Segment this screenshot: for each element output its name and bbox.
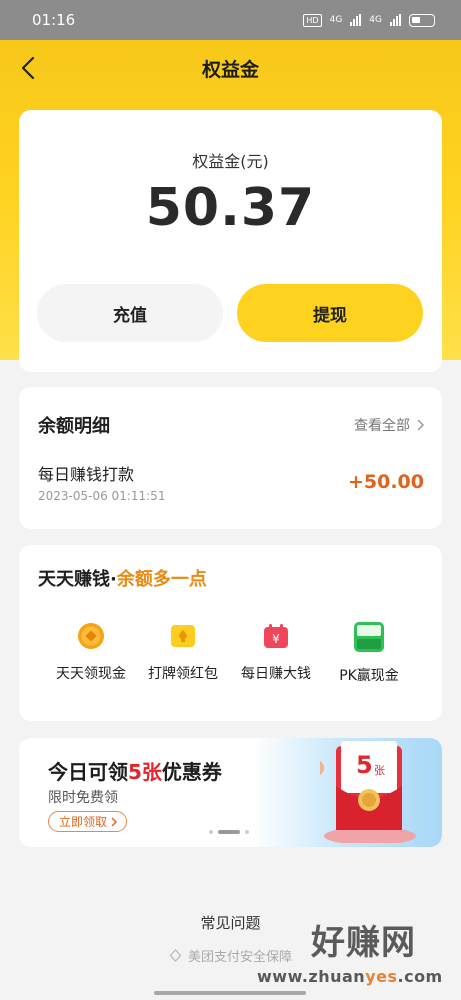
shield-icon (169, 949, 182, 962)
watermark-url-prefix: www.zhuan (257, 967, 366, 986)
claim-now-button[interactable]: 立即领取 (48, 811, 128, 832)
status-bar: 01:16 HD 4G 4G (0, 0, 461, 40)
view-all-label: 查看全部 (354, 418, 410, 434)
banner-title-suffix: 优惠券 (161, 760, 222, 784)
chevron-left-icon (21, 56, 35, 80)
carousel-dot-active (218, 830, 240, 834)
network-label-1: 4G (329, 15, 343, 25)
chevron-right-icon (417, 419, 424, 431)
status-icons: HD 4G 4G (303, 13, 435, 27)
earn-item-card-game[interactable]: 打牌领红包 (133, 621, 233, 683)
carousel-dot (209, 830, 213, 834)
carousel-dots (209, 830, 249, 834)
earn-label: PK赢现金 (339, 668, 399, 684)
withdraw-button[interactable]: 提现 (237, 284, 423, 342)
red-envelope-icon: 5 张 (308, 738, 420, 845)
calendar-yen-icon: ¥ (261, 621, 291, 651)
status-time: 01:16 (32, 11, 76, 29)
balance-card: 权益金(元) 50.37 充值 提现 (19, 110, 442, 372)
earn-title-accent: 余额多一点 (116, 569, 207, 590)
earn-card: 天天赚钱·余额多一点 天天领现金 打牌领红包 ¥ 每日赚大钱 PK赢现金 (19, 545, 442, 721)
battery-icon (409, 13, 435, 27)
earn-label: 天天领现金 (56, 666, 126, 682)
balance-value: 50.37 (145, 178, 316, 238)
signal-icon (350, 14, 362, 26)
earn-item-pk-cash[interactable]: PK赢现金 (319, 621, 419, 685)
signal-icon-2 (390, 14, 401, 26)
network-label-2: 4G (369, 15, 382, 25)
watermark-url: www.zhuanyes.com (257, 967, 443, 986)
earn-item-daily-cash[interactable]: 天天领现金 (41, 621, 141, 683)
page-title: 权益金 (201, 58, 259, 81)
balance-detail-card: 余额明细 查看全部 每日赚钱打款 2023-05-06 01:11:51 +50… (19, 387, 442, 529)
svg-text:¥: ¥ (272, 632, 280, 646)
hd-badge: HD (303, 13, 322, 27)
watermark-logo: 好赚网 (311, 923, 416, 963)
detail-title: 余额明细 (38, 416, 110, 437)
chevron-right-icon (111, 816, 118, 827)
earn-label: 打牌领红包 (148, 666, 218, 682)
earn-item-daily-earn[interactable]: ¥ 每日赚大钱 (226, 621, 326, 683)
watermark-url-highlight: yes (365, 967, 398, 986)
banner-subtitle: 限时免费领 (48, 790, 118, 806)
record-title: 每日赚钱打款 (38, 465, 135, 484)
pk-cash-icon (353, 621, 385, 653)
coupon-banner[interactable]: 今日可领5张优惠券 限时免费领 立即领取 5 张 (19, 738, 442, 847)
earn-title-main: 天天赚钱· (38, 569, 117, 590)
site-watermark: 好赚网 www.zhuanyes.com (257, 915, 447, 990)
watermark-url-suffix: .com (397, 967, 443, 986)
record-amount: +50.00 (347, 471, 424, 493)
earn-label: 每日赚大钱 (241, 666, 311, 682)
carousel-dot (245, 830, 249, 834)
card-icon (168, 621, 198, 651)
balance-label: 权益金(元) (192, 152, 269, 171)
envelope-unit: 张 (374, 764, 385, 777)
claim-now-label: 立即领取 (59, 815, 108, 829)
envelope-number: 5 (356, 751, 373, 779)
coin-icon (76, 621, 106, 651)
banner-title: 今日可领5张优惠券 (48, 756, 222, 785)
banner-title-prefix: 今日可领 (48, 760, 128, 784)
back-button[interactable] (14, 54, 42, 82)
earn-title: 天天赚钱·余额多一点 (38, 565, 207, 591)
home-indicator[interactable] (154, 991, 306, 995)
record-time: 2023-05-06 01:11:51 (38, 489, 166, 503)
view-all-link[interactable]: 查看全部 (354, 415, 424, 435)
banner-title-count: 5张 (128, 760, 162, 784)
nav-bar: 权益金 (0, 40, 461, 96)
recharge-button[interactable]: 充值 (37, 284, 223, 342)
